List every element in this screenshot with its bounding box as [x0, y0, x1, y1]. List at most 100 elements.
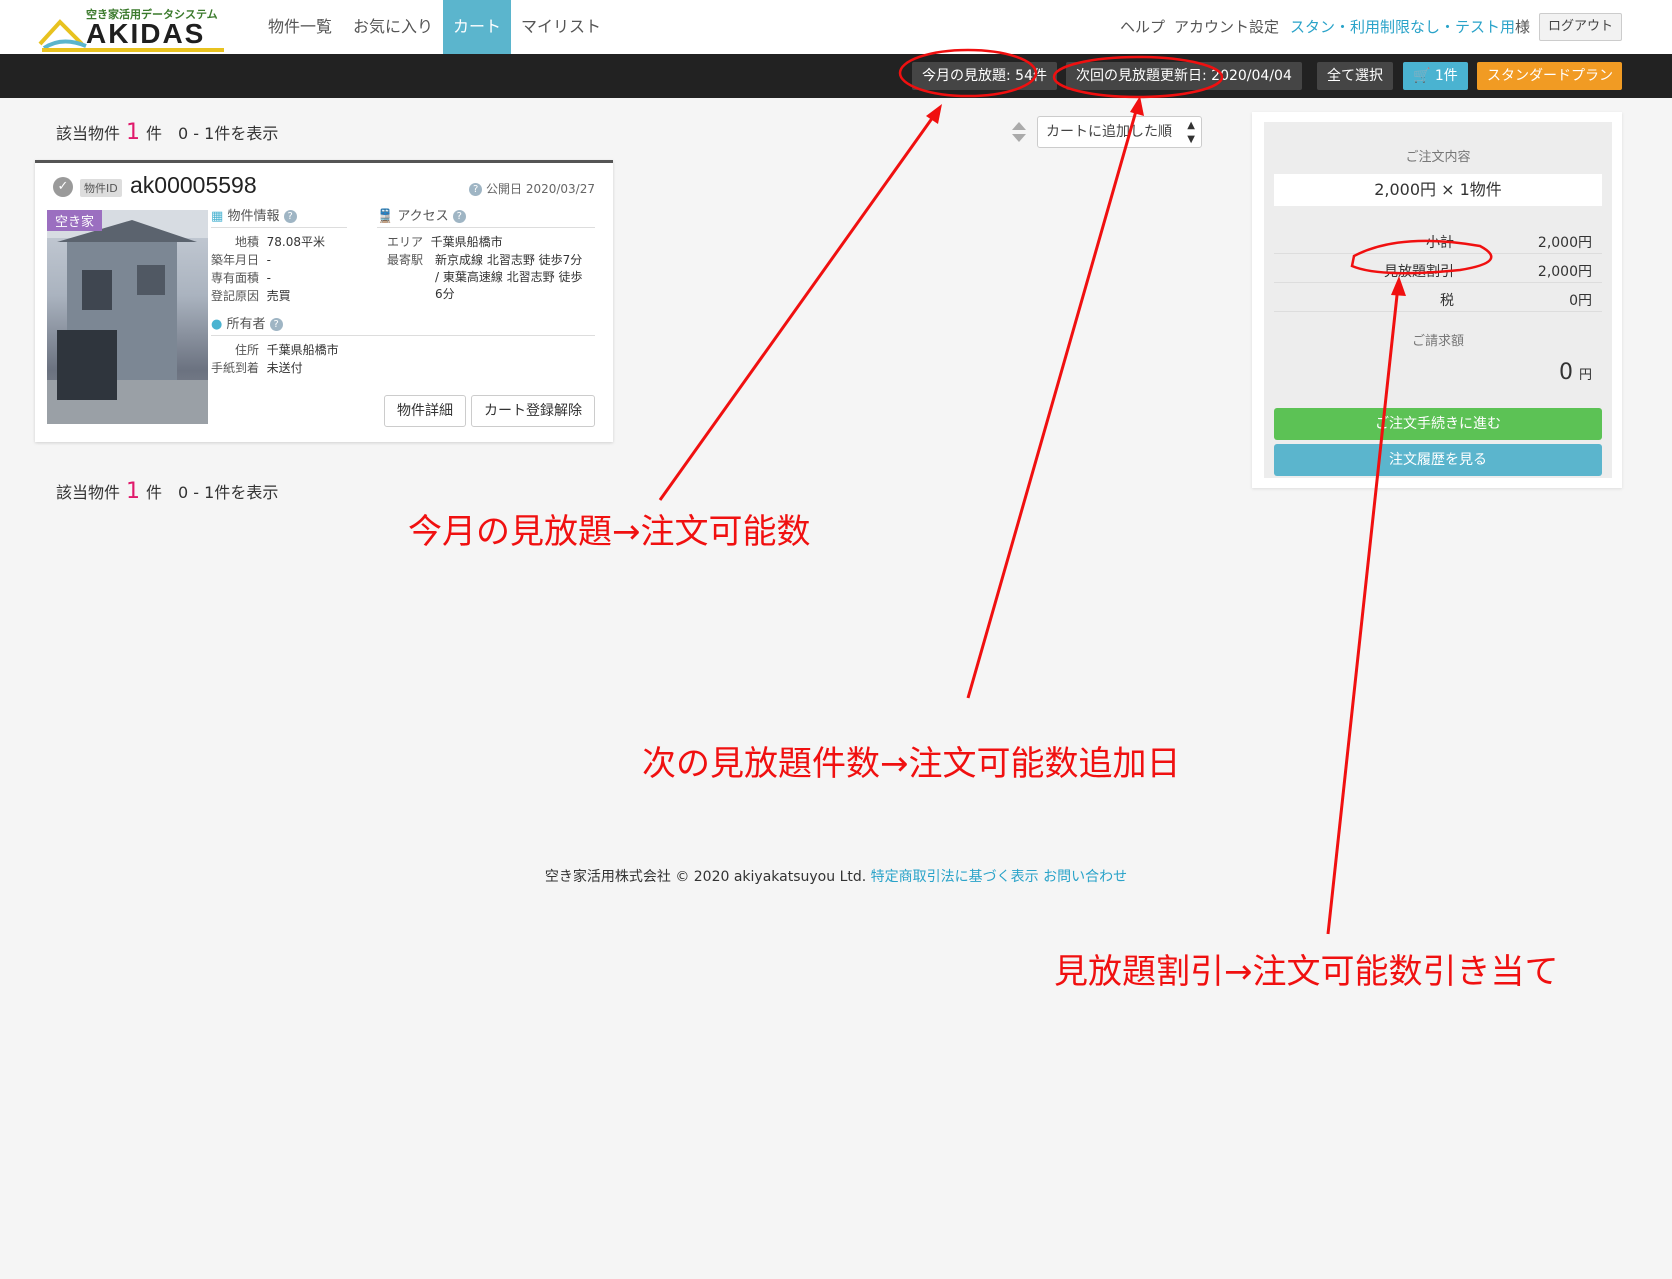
next-update-date: 次回の見放題更新日: 2020/04/04 — [1066, 62, 1302, 90]
discount-label: 見放題割引 — [1384, 264, 1454, 280]
station-line: 6分 — [435, 287, 455, 301]
info-value: 売買 — [266, 289, 291, 303]
order-history-button[interactable]: 注文履歴を見る — [1274, 444, 1602, 476]
bill-amount: 0円 — [1559, 360, 1592, 385]
subtotal-row: 小計 2,000円 — [1274, 226, 1602, 254]
property-id: ak00005598 — [130, 172, 257, 198]
commerce-law-link[interactable]: 特定商取引法に基づく表示 — [871, 869, 1039, 885]
info-row: 地積 78.08平米 — [211, 233, 325, 250]
logo-name: AKIDAS — [86, 18, 206, 49]
vacant-house-badge: 空き家 — [47, 210, 103, 231]
select-arrows-icon: ▲ ▼ — [1187, 120, 1195, 145]
footer: 空き家活用株式会社 © 2020 akiyakatsuyou Ltd. 特定商取… — [0, 866, 1672, 886]
sort-selected-value: カートに追加した順 — [1046, 124, 1172, 140]
cart-count: 1件 — [1434, 68, 1458, 84]
area-row: エリア 千葉県船橋市 — [377, 233, 503, 250]
help-link[interactable]: ヘルプ — [1120, 16, 1165, 37]
tax-row: 税 0円 — [1274, 284, 1602, 312]
select-all-button[interactable]: 全て選択 — [1317, 62, 1393, 90]
owner-value: 未送付 — [266, 361, 303, 375]
cart-icon: 🛒 — [1413, 68, 1431, 84]
nav-mylist[interactable]: マイリスト — [511, 0, 611, 54]
remove-from-cart-button[interactable]: カート登録解除 — [471, 395, 595, 427]
help-icon: ? — [269, 318, 283, 331]
annotation-next-update: 次の見放題件数→注文可能数追加日 — [642, 744, 1181, 784]
cart-toolbar: 今月の見放題: 54件 次回の見放題更新日: 2020/04/04 全て選択 🛒… — [0, 54, 1672, 98]
order-summary-panel: ご注文内容 2,000円 × 1物件 小計 2,000円 見放題割引 2,000… — [1252, 112, 1622, 488]
access-header: 🚆 アクセス ? — [377, 205, 466, 224]
tax-label: 税 — [1440, 293, 1454, 309]
nav-favorites[interactable]: お気に入り — [343, 0, 443, 54]
results-prefix: 該当物件 — [56, 483, 121, 502]
order-summary-inner: ご注文内容 2,000円 × 1物件 小計 2,000円 見放題割引 2,000… — [1264, 122, 1612, 478]
info-value: 78.08平米 — [266, 235, 325, 249]
owner-title: 所有者 — [226, 317, 266, 332]
order-title: ご注文内容 — [1405, 150, 1471, 165]
house-photo-illustration — [47, 210, 208, 424]
station-line: / 東葉高速線 北習志野 徒歩 — [435, 270, 583, 284]
akidas-logo[interactable]: 空き家活用データシステム AKIDAS — [38, 6, 228, 52]
contact-link[interactable]: お問い合わせ — [1043, 869, 1127, 885]
account-settings-link[interactable]: アカウント設定 — [1174, 16, 1279, 37]
logo-underline — [42, 48, 224, 52]
info-key: 登記原因 — [211, 289, 260, 303]
tax-value: 0円 — [1569, 293, 1592, 309]
help-icon: ? — [283, 210, 297, 223]
discount-value: 2,000円 — [1537, 264, 1592, 280]
order-summary: 2,000円 × 1物件 — [1274, 174, 1602, 206]
property-id-label: 物件ID — [80, 179, 122, 197]
sort-icon — [1012, 122, 1026, 142]
info-key: 地積 — [234, 235, 259, 249]
info-row: 築年月日 - — [211, 251, 271, 268]
info-key: 専有面積 — [211, 271, 260, 285]
publish-date-text: 公開日 2020/03/27 — [486, 182, 595, 196]
arrowhead-icon — [1130, 96, 1144, 116]
station-key: 最寄駅 — [386, 253, 423, 267]
results-count-top: 該当物件 1 件 0 - 1件を表示 — [56, 120, 278, 145]
grid-icon: ▦ — [211, 209, 224, 224]
plan-button[interactable]: スタンダードプラン — [1477, 62, 1622, 90]
sort-select[interactable]: カートに追加した順 ▲ ▼ — [1037, 116, 1202, 148]
area-value: 千葉県船橋市 — [430, 235, 503, 249]
results-number: 1 — [126, 479, 141, 504]
user-icon: ● — [211, 317, 223, 332]
help-icon: ? — [452, 210, 466, 223]
cart-count-button[interactable]: 🛒 1件 — [1403, 62, 1468, 90]
owner-row: 住所 千葉県船橋市 — [211, 341, 339, 358]
info-row: 登記原因 売買 — [211, 287, 291, 304]
property-detail-button[interactable]: 物件詳細 — [384, 395, 466, 427]
top-navbar: 空き家活用データシステム AKIDAS 物件一覧 お気に入り カート マイリスト… — [0, 0, 1672, 54]
results-suffix: 件 0 - 1件を表示 — [146, 483, 279, 502]
property-info-title: 物件情報 — [227, 209, 280, 224]
user-name-link[interactable]: スタン・利用制限なし・テスト用 — [1290, 16, 1515, 37]
copyright: 空き家活用株式会社 © 2020 akiyakatsuyou Ltd. — [544, 869, 867, 885]
proceed-order-button[interactable]: ご注文手続きに進む — [1274, 408, 1602, 440]
checkmark-icon[interactable]: ✓ — [53, 177, 73, 197]
house-logo-icon — [38, 19, 87, 50]
publish-date: ? 公開日 2020/03/27 — [469, 180, 595, 197]
results-count-bottom: 該当物件 1 件 0 - 1件を表示 — [56, 479, 278, 504]
monthly-unlimited-count: 今月の見放題: 54件 — [912, 62, 1057, 90]
subtotal-value: 2,000円 — [1537, 235, 1592, 251]
user-honorific: 様 — [1515, 18, 1531, 36]
property-photo[interactable]: 空き家 — [47, 210, 208, 424]
logout-button[interactable]: ログアウト — [1539, 13, 1622, 41]
results-prefix: 該当物件 — [56, 124, 121, 143]
station-row: 最寄駅 — [377, 251, 423, 268]
annotation-monthly: 今月の見放題→注文可能数 — [408, 512, 811, 552]
help-icon: ? — [469, 183, 483, 196]
owner-row: 手紙到着 未送付 — [211, 359, 303, 376]
bill-value: 0 — [1558, 360, 1573, 385]
owner-key: 住所 — [234, 343, 259, 357]
results-suffix: 件 0 - 1件を表示 — [146, 124, 279, 143]
nav-cart[interactable]: カート — [443, 0, 511, 54]
annotation-arrow — [966, 103, 1140, 699]
owner-value: 千葉県船橋市 — [266, 343, 339, 357]
train-icon: 🚆 — [377, 209, 394, 224]
results-number: 1 — [126, 120, 141, 145]
divider — [377, 227, 595, 228]
station-line: 新京成線 北習志野 徒歩7分 — [435, 253, 583, 267]
area-key: エリア — [386, 235, 423, 249]
property-card: ✓ 物件ID ak00005598 ? 公開日 2020/03/27 空き家 ▦… — [35, 160, 613, 442]
nav-property-list[interactable]: 物件一覧 — [258, 0, 342, 54]
